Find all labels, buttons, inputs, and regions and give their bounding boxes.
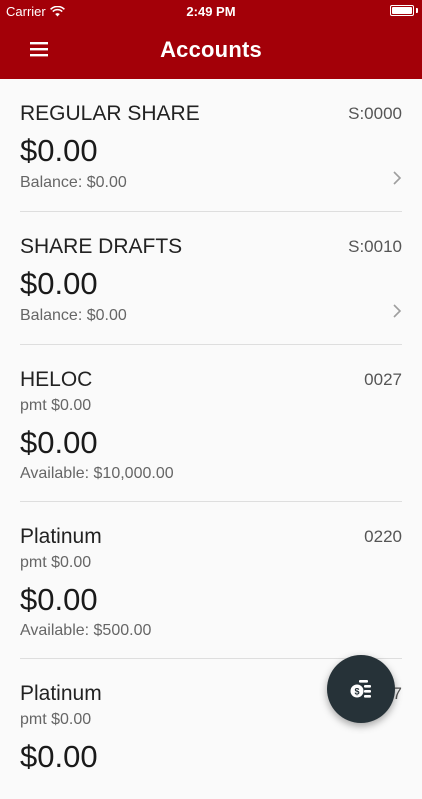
status-bar: Carrier 2:49 PM	[0, 0, 422, 22]
account-number: 0220	[364, 527, 402, 546]
account-row-regular-share[interactable]: REGULAR SHARE S:0000 $0.00 Balance: $0.0…	[20, 79, 402, 212]
battery-icon	[390, 5, 414, 16]
page-title: Accounts	[160, 37, 262, 62]
account-name: SHARE DRAFTS	[20, 235, 183, 258]
account-payment: pmt $0.00	[20, 554, 92, 571]
account-row-heloc[interactable]: HELOC 0027 pmt $0.00 $0.00 Available: $1…	[20, 345, 402, 502]
account-row-share-drafts[interactable]: SHARE DRAFTS S:0010 $0.00 Balance: $0.00	[20, 212, 402, 345]
account-amount: $0.00	[20, 582, 98, 617]
chevron-right-icon	[393, 171, 402, 185]
account-row-platinum[interactable]: Platinum 0220 pmt $0.00 $0.00 Available:…	[20, 502, 402, 659]
account-payment: pmt $0.00	[20, 711, 92, 728]
svg-text:$: $	[354, 687, 359, 697]
account-name: Platinum	[20, 525, 102, 548]
account-name: Platinum	[20, 682, 102, 705]
status-time: 2:49 PM	[186, 4, 236, 19]
account-number: S:0000	[348, 104, 402, 123]
account-amount: $0.00	[20, 133, 98, 168]
battery-tip	[416, 8, 418, 13]
account-name: HELOC	[20, 368, 93, 391]
account-balance: Balance: $0.00	[20, 174, 127, 191]
account-payment: pmt $0.00	[20, 397, 92, 414]
app-header: Carrier 2:49 PM Accounts	[0, 0, 422, 79]
money-transfer-icon: $	[350, 680, 371, 698]
account-available: Available: $500.00	[20, 622, 152, 639]
account-name: REGULAR SHARE	[20, 102, 200, 125]
account-amount: $0.00	[20, 739, 98, 774]
account-amount: $0.00	[20, 425, 98, 460]
account-amount: $0.00	[20, 266, 98, 301]
account-balance: Balance: $0.00	[20, 307, 127, 324]
account-number: S:0010	[348, 237, 402, 256]
chevron-right-icon	[393, 304, 402, 318]
transfer-fab-button[interactable]: $	[327, 655, 395, 723]
account-number: 0027	[364, 370, 402, 389]
account-available: Available: $10,000.00	[20, 465, 174, 482]
